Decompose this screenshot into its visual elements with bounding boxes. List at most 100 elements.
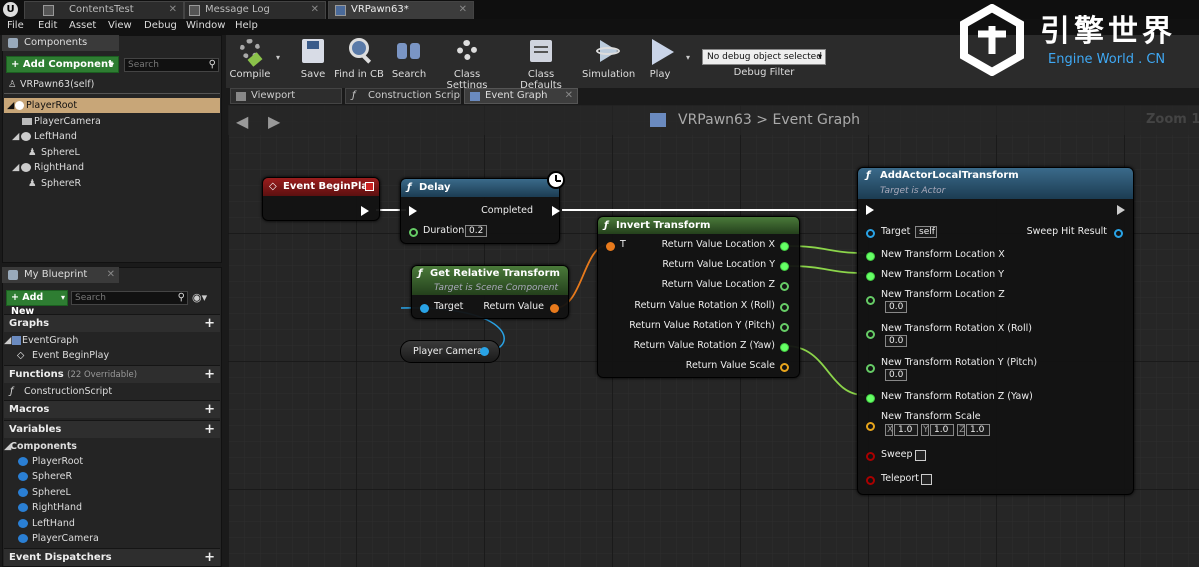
exec-out-pin[interactable] — [361, 206, 369, 216]
duration-pin[interactable] — [409, 228, 418, 237]
expand-arrow-icon[interactable]: ◢ — [4, 333, 11, 348]
menu-debug[interactable]: Debug — [144, 20, 177, 31]
rot-x-pin[interactable] — [866, 330, 875, 339]
sweep-pin[interactable] — [866, 452, 875, 461]
variable-spherer[interactable]: SphereR — [18, 469, 72, 484]
add-new-button[interactable]: + Add New ▾ — [6, 290, 68, 317]
scale-pin[interactable] — [866, 422, 875, 431]
teleport-pin[interactable] — [866, 476, 875, 485]
close-icon[interactable]: ✕ — [459, 2, 467, 18]
doc-tab-message-log[interactable]: Message Log ✕ — [184, 1, 326, 19]
duration-input[interactable]: 0.2 — [465, 225, 487, 237]
delegate-pin-icon[interactable] — [365, 182, 374, 191]
class-defaults-button[interactable]: Class Defaults — [508, 35, 574, 91]
variable-playerroot[interactable]: PlayerRoot — [18, 454, 83, 469]
self-component[interactable]: ♙ VRPawn63(self) — [6, 77, 94, 92]
node-invert-transform[interactable]: ƒ Invert Transform T Return Value Locatio… — [597, 216, 800, 378]
target-pin[interactable] — [420, 304, 429, 313]
node-player-camera[interactable]: Player Camera — [400, 340, 500, 363]
return-value-pin[interactable] — [550, 304, 559, 313]
teleport-checkbox[interactable] — [921, 474, 932, 485]
variables-components-category[interactable]: ◢ Components — [4, 439, 77, 454]
menu-file[interactable]: File — [7, 20, 24, 31]
scale-x-input[interactable]: 1.0 — [894, 424, 918, 436]
add-icon[interactable]: + — [204, 421, 215, 439]
loc-x-pin[interactable] — [866, 252, 875, 261]
expand-arrow-icon[interactable]: ◢ — [12, 129, 19, 144]
compile-button[interactable]: Compile — [228, 35, 272, 80]
rotation-y-pin[interactable] — [780, 323, 789, 332]
menu-asset[interactable]: Asset — [69, 20, 96, 31]
variable-spherel[interactable]: SphereL — [18, 485, 71, 500]
menu-edit[interactable]: Edit — [38, 20, 57, 31]
rot-y-pin[interactable] — [866, 364, 875, 373]
tree-item-lefthand[interactable]: ◢ LeftHand — [12, 129, 77, 144]
close-icon[interactable]: ✕ — [565, 89, 573, 103]
rot-z-pin[interactable] — [866, 394, 875, 403]
location-y-pin[interactable] — [780, 262, 789, 271]
blueprint-search-input[interactable]: Search ⚲ — [71, 291, 188, 305]
section-macros[interactable]: Macros + — [4, 400, 220, 418]
rot-y-input[interactable]: 0.0 — [885, 369, 907, 381]
tree-item-spherer[interactable]: ♟ SphereR — [27, 176, 81, 191]
search-button[interactable]: Search — [390, 35, 428, 80]
tab-event-graph[interactable]: Event Graph ✕ — [464, 88, 578, 104]
compile-dropdown-icon[interactable]: ▾ — [276, 53, 280, 62]
node-event-beginplay[interactable]: ◇ Event BeginPlay — [262, 177, 380, 221]
add-icon[interactable]: + — [204, 315, 215, 333]
section-variables[interactable]: Variables + — [4, 420, 220, 438]
class-settings-button[interactable]: Class Settings — [434, 35, 500, 91]
location-x-pin[interactable] — [780, 242, 789, 251]
scale-pin[interactable] — [780, 363, 789, 372]
sweep-checkbox[interactable] — [915, 450, 926, 461]
doc-tab-vrpawn63[interactable]: VRPawn63* ✕ — [328, 1, 474, 19]
tree-item-spherel[interactable]: ♟ SphereL — [27, 145, 80, 160]
sweep-hit-pin[interactable] — [1114, 229, 1123, 238]
event-graph-canvas[interactable]: ◀ ▶ VRPawn63 > Event Graph Zoom 1: ◇Even… — [228, 105, 1199, 567]
menu-view[interactable]: View — [108, 20, 132, 31]
rotation-z-pin[interactable] — [780, 343, 789, 352]
expand-arrow-icon[interactable]: ◢ — [12, 160, 19, 175]
eye-icon[interactable]: ◉▾ — [192, 291, 207, 304]
play-button[interactable]: Play — [640, 35, 680, 80]
exec-in-pin[interactable] — [409, 206, 417, 216]
menu-window[interactable]: Window — [186, 20, 225, 31]
section-graphs[interactable]: Graphs + — [4, 314, 220, 332]
exec-out-pin[interactable] — [1117, 205, 1125, 215]
scale-y-input[interactable]: 1.0 — [930, 424, 954, 436]
add-icon[interactable]: + — [204, 401, 215, 419]
loc-z-pin[interactable] — [866, 296, 875, 305]
close-icon[interactable]: ✕ — [107, 267, 115, 283]
tree-item-playerroot[interactable]: ◢ PlayerRoot — [4, 98, 220, 113]
player-camera-out-pin[interactable] — [480, 347, 489, 356]
simulation-button[interactable]: Simulation — [582, 35, 635, 80]
add-icon[interactable]: + — [204, 366, 215, 384]
debug-object-select[interactable]: No debug object selected ▾ — [702, 49, 826, 65]
location-z-pin[interactable] — [780, 282, 789, 291]
save-button[interactable]: Save — [296, 35, 330, 80]
node-add-actor-local-transform[interactable]: ƒ AddActorLocalTransform Target is Actor T… — [857, 167, 1134, 495]
menu-help[interactable]: Help — [235, 20, 258, 31]
tree-item-playercamera[interactable]: PlayerCamera — [20, 114, 101, 129]
tree-item-righthand[interactable]: ◢ RightHand — [12, 160, 84, 175]
t-pin[interactable] — [606, 242, 615, 251]
close-icon[interactable]: ✕ — [311, 2, 319, 18]
my-blueprint-tab[interactable]: My Blueprint ✕ — [2, 267, 119, 283]
loc-z-input[interactable]: 0.0 — [885, 301, 907, 313]
node-delay[interactable]: ƒ Delay Completed Duration 0.2 — [400, 171, 565, 244]
scale-z-input[interactable]: 1.0 — [966, 424, 990, 436]
components-search-input[interactable]: Search ⚲ — [124, 58, 219, 72]
add-component-button[interactable]: + Add Component ▾ — [6, 56, 119, 73]
variable-righthand[interactable]: RightHand — [18, 500, 82, 515]
rot-x-input[interactable]: 0.0 — [885, 335, 907, 347]
item-eventgraph[interactable]: ◢ EventGraph — [4, 333, 78, 348]
item-constructionscript[interactable]: ƒ ConstructionScript — [10, 384, 112, 399]
expand-arrow-icon[interactable]: ◢ — [7, 98, 14, 113]
exec-out-pin[interactable] — [552, 206, 560, 216]
rotation-x-pin[interactable] — [780, 303, 789, 312]
find-in-cb-button[interactable]: Find in CB — [334, 35, 384, 80]
variable-playercamera[interactable]: PlayerCamera — [18, 531, 99, 546]
close-icon[interactable]: ✕ — [169, 2, 177, 18]
play-dropdown-icon[interactable]: ▾ — [686, 53, 690, 62]
section-functions[interactable]: Functions (22 Overridable) + — [4, 365, 220, 383]
